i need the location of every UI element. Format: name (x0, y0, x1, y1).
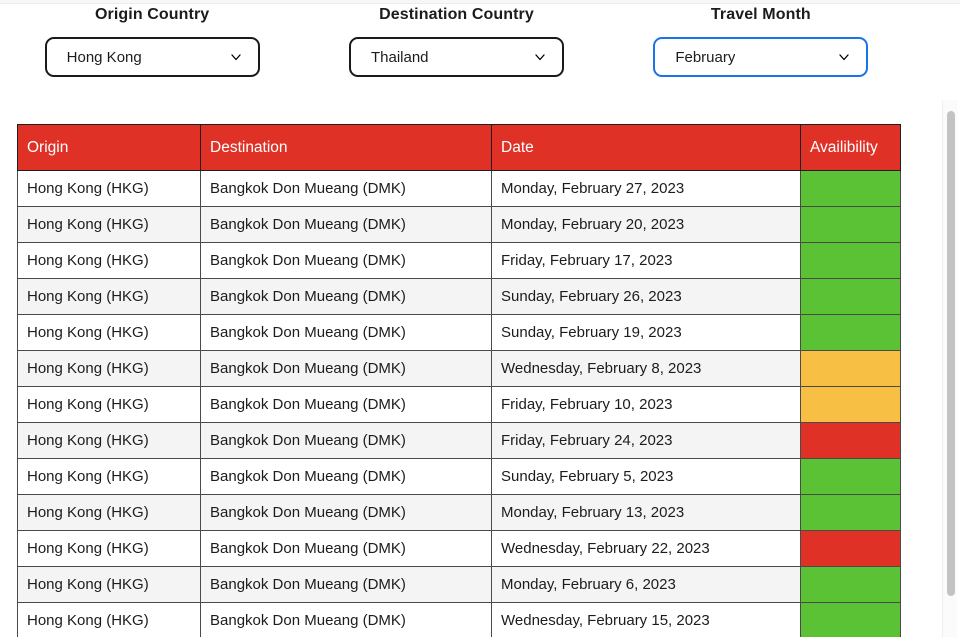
cell-date: Sunday, February 5, 2023 (491, 458, 801, 495)
cell-destination: Bangkok Don Mueang (DMK) (200, 566, 492, 603)
cell-date: Wednesday, February 15, 2023 (491, 602, 801, 637)
table-row[interactable]: Hong Kong (HKG) Bangkok Don Mueang (DMK) W… (17, 350, 901, 387)
cell-destination: Bangkok Don Mueang (DMK) (200, 458, 492, 495)
cell-availibility-available (800, 278, 901, 315)
table-row[interactable]: Hong Kong (HKG) Bangkok Don Mueang (DMK) W… (17, 602, 901, 637)
cell-date: Monday, February 6, 2023 (491, 566, 801, 603)
destination-country-select-value: Thailand (370, 48, 429, 66)
cell-origin: Hong Kong (HKG) (17, 566, 201, 603)
chevron-down-icon (534, 51, 546, 63)
table-row[interactable]: Hong Kong (HKG) Bangkok Don Mueang (DMK) M… (17, 494, 901, 531)
cell-availibility-available (800, 566, 901, 603)
table-row[interactable]: Hong Kong (HKG) Bangkok Don Mueang (DMK) S… (17, 278, 901, 315)
flights-table-viewport: Origin Destination Date Availibility Hon… (17, 124, 901, 637)
cell-destination: Bangkok Don Mueang (DMK) (200, 170, 492, 207)
cell-availibility-available (800, 206, 901, 243)
table-body: Hong Kong (HKG) Bangkok Don Mueang (DMK) M… (17, 170, 901, 637)
cell-availibility-full (800, 530, 901, 567)
page-root: Origin Country Hong Kong Destination Count… (0, 0, 960, 637)
table-row[interactable]: Hong Kong (HKG) Bangkok Don Mueang (DMK) M… (17, 206, 901, 243)
column-header-date[interactable]: Date (491, 124, 801, 171)
cell-origin: Hong Kong (HKG) (17, 314, 201, 351)
travel-month-select-value: February (675, 48, 736, 66)
cell-date: Friday, February 24, 2023 (491, 422, 801, 459)
cell-availibility-available (800, 314, 901, 351)
cell-date: Monday, February 20, 2023 (491, 206, 801, 243)
filter-group-2: Travel Month February (609, 6, 913, 77)
cell-destination: Bangkok Don Mueang (DMK) (200, 278, 492, 315)
cell-date: Wednesday, February 22, 2023 (491, 530, 801, 567)
cell-availibility-available (800, 170, 901, 207)
chevron-down-icon (838, 51, 850, 63)
cell-origin: Hong Kong (HKG) (17, 350, 201, 387)
cell-origin: Hong Kong (HKG) (17, 242, 201, 279)
cell-date: Friday, February 17, 2023 (491, 242, 801, 279)
destination-country-select-label: Destination Country (379, 6, 534, 23)
column-header-origin[interactable]: Origin (17, 124, 201, 171)
cell-origin: Hong Kong (HKG) (17, 458, 201, 495)
vertical-scrollbar-track[interactable] (942, 100, 957, 637)
cell-destination: Bangkok Don Mueang (DMK) (200, 494, 492, 531)
cell-date: Friday, February 10, 2023 (491, 386, 801, 423)
cell-availibility-available (800, 602, 901, 637)
table-row[interactable]: Hong Kong (HKG) Bangkok Don Mueang (DMK) F… (17, 422, 901, 459)
cell-origin: Hong Kong (HKG) (17, 386, 201, 423)
column-header-availibility[interactable]: Availibility (800, 124, 901, 171)
cell-date: Sunday, February 19, 2023 (491, 314, 801, 351)
top-strip (0, 0, 960, 4)
cell-destination: Bangkok Don Mueang (DMK) (200, 386, 492, 423)
cell-origin: Hong Kong (HKG) (17, 278, 201, 315)
travel-month-select[interactable]: February (653, 37, 869, 77)
cell-date: Wednesday, February 8, 2023 (491, 350, 801, 387)
origin-country-select-value: Hong Kong (66, 48, 142, 66)
origin-country-select[interactable]: Hong Kong (44, 37, 260, 77)
table-header: Origin Destination Date Availibility (17, 124, 901, 171)
cell-destination: Bangkok Don Mueang (DMK) (200, 242, 492, 279)
cell-date: Sunday, February 26, 2023 (491, 278, 801, 315)
cell-availibility-available (800, 242, 901, 279)
cell-origin: Hong Kong (HKG) (17, 206, 201, 243)
cell-origin: Hong Kong (HKG) (17, 170, 201, 207)
filter-bar: Origin Country Hong Kong Destination Count… (0, 6, 913, 92)
table-row[interactable]: Hong Kong (HKG) Bangkok Don Mueang (DMK) S… (17, 458, 901, 495)
cell-destination: Bangkok Don Mueang (DMK) (200, 530, 492, 567)
cell-destination: Bangkok Don Mueang (DMK) (200, 602, 492, 637)
flights-table: Origin Destination Date Availibility Hon… (17, 124, 901, 637)
table-header-row: Origin Destination Date Availibility (17, 124, 901, 171)
travel-month-select-label: Travel Month (710, 6, 811, 23)
table-row[interactable]: Hong Kong (HKG) Bangkok Don Mueang (DMK) M… (17, 566, 901, 603)
cell-origin: Hong Kong (HKG) (17, 602, 201, 637)
filter-group-0: Origin Country Hong Kong (0, 6, 304, 77)
cell-date: Monday, February 27, 2023 (491, 170, 801, 207)
cell-destination: Bangkok Don Mueang (DMK) (200, 350, 492, 387)
cell-availibility-full (800, 422, 901, 459)
cell-date: Monday, February 13, 2023 (491, 494, 801, 531)
cell-destination: Bangkok Don Mueang (DMK) (200, 422, 492, 459)
cell-destination: Bangkok Don Mueang (DMK) (200, 314, 492, 351)
cell-origin: Hong Kong (HKG) (17, 494, 201, 531)
table-row[interactable]: Hong Kong (HKG) Bangkok Don Mueang (DMK) F… (17, 386, 901, 423)
cell-destination: Bangkok Don Mueang (DMK) (200, 206, 492, 243)
cell-availibility-limited (800, 350, 901, 387)
cell-availibility-available (800, 458, 901, 495)
cell-availibility-limited (800, 386, 901, 423)
cell-origin: Hong Kong (HKG) (17, 530, 201, 567)
table-row[interactable]: Hong Kong (HKG) Bangkok Don Mueang (DMK) F… (17, 242, 901, 279)
vertical-scrollbar-thumb[interactable] (947, 111, 955, 596)
filter-group-1: Destination Country Thailand (304, 6, 608, 77)
table-row[interactable]: Hong Kong (HKG) Bangkok Don Mueang (DMK) W… (17, 530, 901, 567)
column-header-destination[interactable]: Destination (200, 124, 492, 171)
chevron-down-icon (230, 51, 242, 63)
destination-country-select[interactable]: Thailand (348, 37, 564, 77)
cell-availibility-available (800, 494, 901, 531)
table-row[interactable]: Hong Kong (HKG) Bangkok Don Mueang (DMK) M… (17, 170, 901, 207)
table-row[interactable]: Hong Kong (HKG) Bangkok Don Mueang (DMK) S… (17, 314, 901, 351)
cell-origin: Hong Kong (HKG) (17, 422, 201, 459)
origin-country-select-label: Origin Country (95, 6, 210, 23)
